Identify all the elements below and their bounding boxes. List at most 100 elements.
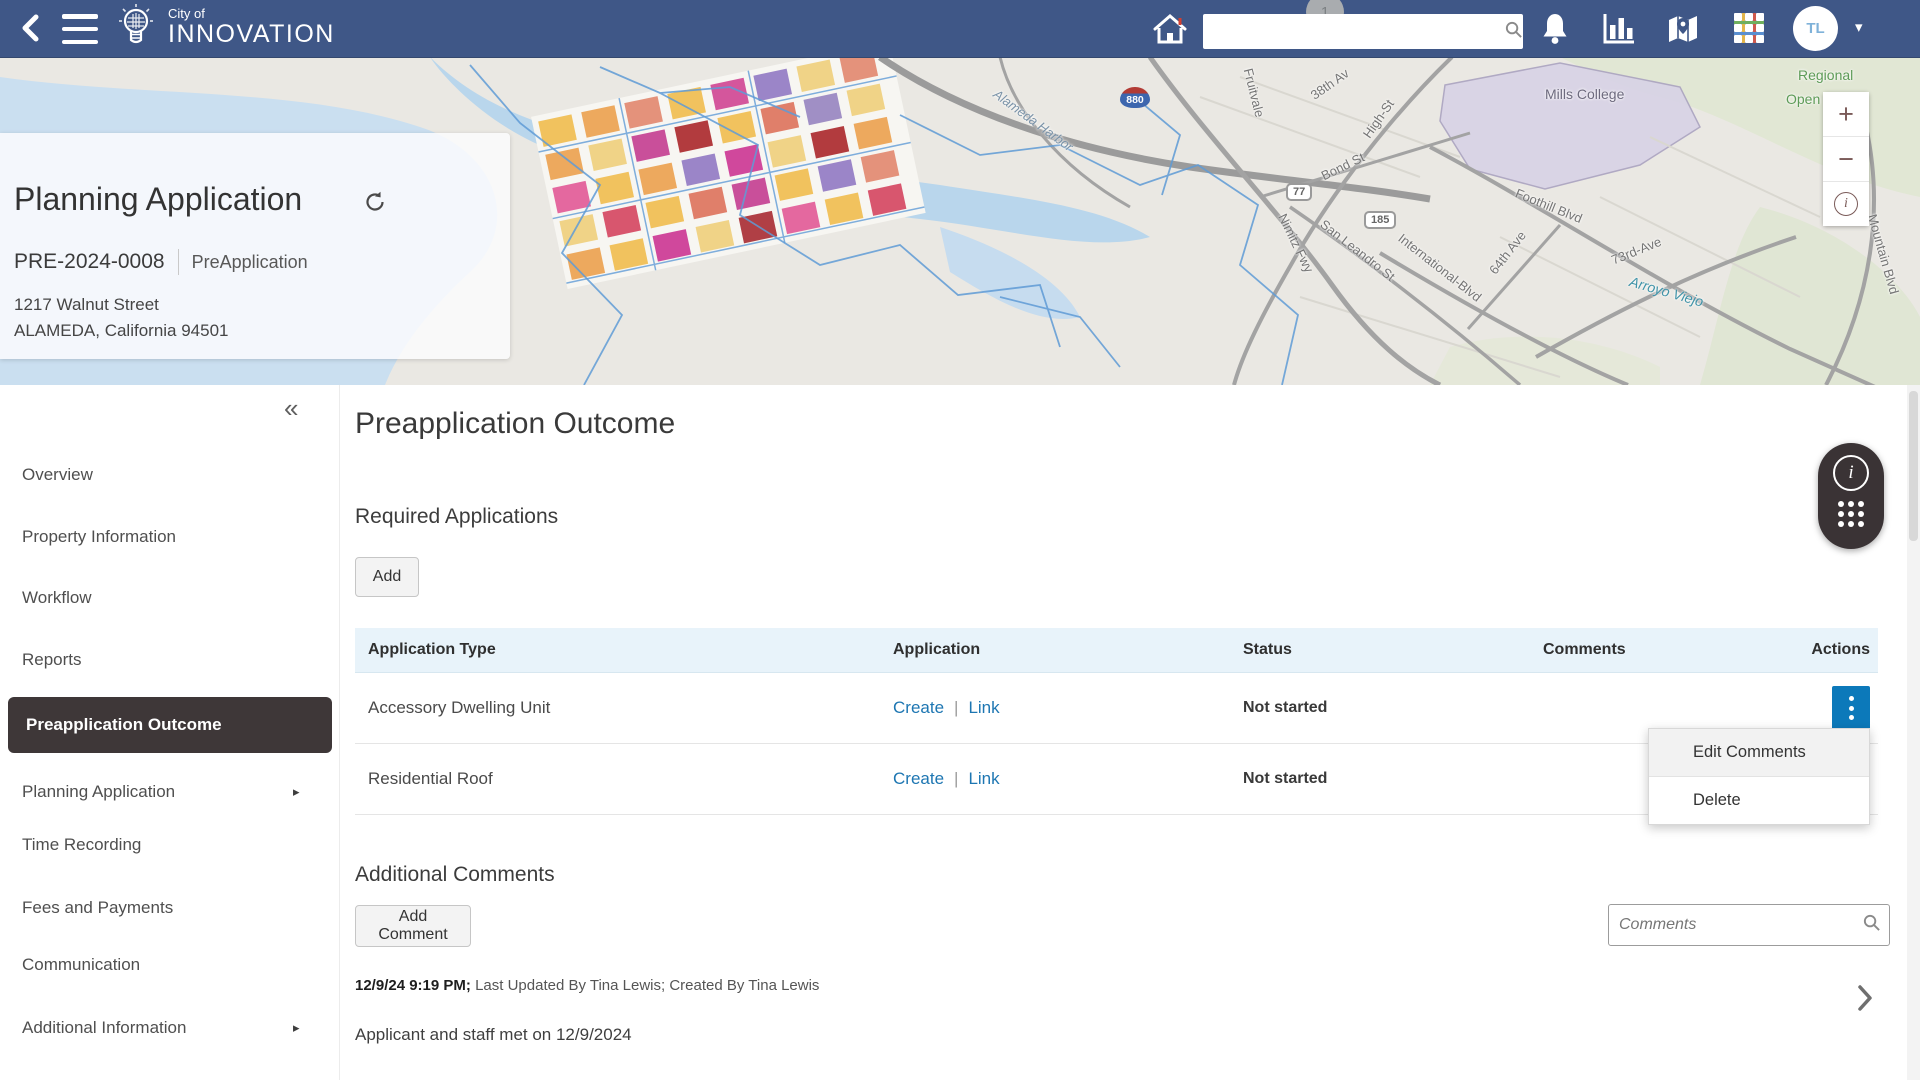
record-type: PreApplication (192, 252, 308, 273)
map-controls: + − i (1823, 92, 1869, 226)
interstate-shield: 880 (1120, 87, 1150, 108)
sidebar-item-communication[interactable]: Communication (0, 945, 340, 985)
avatar[interactable]: TL (1793, 6, 1838, 51)
home-icon (1151, 11, 1189, 50)
global-search-input[interactable] (1203, 14, 1504, 49)
sidebar-item-label: Preapplication Outcome (26, 715, 222, 735)
kebab-dot (1849, 696, 1854, 701)
additional-comments-title: Additional Comments (355, 863, 555, 887)
grid-icon (1734, 13, 1766, 45)
lightbulb-logo-icon (110, 1, 162, 62)
add-button[interactable]: Add (355, 557, 419, 597)
main-panel: Preapplication Outcome i Required Applic… (340, 385, 1920, 1080)
comment-meta: 12/9/24 9:19 PM; Last Updated By Tina Le… (355, 977, 819, 994)
kebab-dot (1849, 706, 1854, 711)
analytics-button[interactable] (1600, 12, 1638, 48)
search-icon[interactable] (1504, 20, 1523, 44)
comment-body: Applicant and staff met on 12/9/2024 (355, 1025, 632, 1045)
chevron-left-icon (17, 13, 43, 46)
menu-bar-icon (62, 27, 98, 32)
home-button[interactable] (1150, 11, 1190, 49)
sidebar-item-planning-application[interactable]: Planning Application ▸ (0, 772, 340, 812)
menu-item-delete[interactable]: Delete (1649, 777, 1869, 824)
sidebar-item-workflow[interactable]: Workflow (0, 578, 340, 618)
city-logo[interactable]: City of INNOVATION (110, 1, 335, 62)
row-actions-kebab-button[interactable] (1832, 686, 1870, 730)
app-screen: City of INNOVATION 1 (0, 0, 1920, 1080)
record-title: Planning Application (14, 181, 302, 218)
sidebar-item-overview[interactable]: Overview (0, 455, 340, 495)
column-header-comments: Comments (1530, 641, 1800, 659)
record-number: PRE-2024-0008 (14, 250, 165, 274)
sidebar-item-additional-information[interactable]: Additional Information ▸ (0, 1008, 340, 1048)
menu-bar-icon (62, 40, 98, 45)
vertical-scrollbar[interactable] (1907, 385, 1920, 1080)
bar-chart-icon (1601, 12, 1637, 49)
column-header-application-type: Application Type (355, 641, 880, 659)
map-info-button[interactable]: i (1823, 182, 1869, 226)
map-zoom-out-button[interactable]: − (1823, 137, 1869, 182)
map-label: Mills College (1545, 86, 1624, 102)
map-zoom-in-button[interactable]: + (1823, 92, 1869, 137)
sidebar-item-label: Additional Information (22, 1018, 186, 1038)
sidebar-item-label: Planning Application (22, 782, 175, 802)
divider (178, 249, 179, 275)
global-search (1203, 14, 1523, 49)
sidebar-item-label: Communication (22, 955, 140, 975)
logo-line1: City of (168, 7, 335, 21)
hamburger-menu-button[interactable] (60, 14, 100, 44)
scrollbar-thumb[interactable] (1909, 391, 1918, 541)
sidebar-collapse-button[interactable]: « (284, 393, 295, 424)
map-banner: Mills College Regional Open Foothill Blv… (0, 57, 1920, 385)
link-divider: | (954, 698, 958, 717)
application-links-cell: Create | Link (880, 698, 1230, 718)
sidebar-item-time-recording[interactable]: Time Recording (0, 825, 340, 865)
apps-grid-button[interactable] (1734, 13, 1766, 45)
bell-icon (1540, 12, 1570, 48)
help-widget-button[interactable]: i (1818, 443, 1884, 549)
link-link[interactable]: Link (968, 698, 999, 717)
notifications-button[interactable] (1538, 11, 1572, 49)
info-icon: i (1834, 192, 1858, 216)
create-link[interactable]: Create (893, 769, 944, 788)
plus-icon: + (1838, 99, 1854, 130)
sidebar-item-preapplication-outcome[interactable]: Preapplication Outcome (8, 697, 332, 753)
comment-byline: Last Updated By Tina Lewis; Created By T… (471, 977, 820, 994)
add-comment-button[interactable]: Add Comment (355, 905, 471, 947)
sidebar-item-reports[interactable]: Reports (0, 640, 340, 680)
application-type-cell: Residential Roof (355, 769, 880, 789)
comment-expand-chevron-icon[interactable] (1856, 983, 1874, 1018)
sidebar-item-label: Overview (22, 465, 93, 485)
create-link[interactable]: Create (893, 698, 944, 717)
avatar-initials: TL (1806, 20, 1824, 37)
sidebar-item-fees-and-payments[interactable]: Fees and Payments (0, 888, 340, 928)
link-divider: | (954, 769, 958, 788)
search-icon[interactable] (1862, 913, 1881, 937)
address-line1: 1217 Walnut Street (14, 295, 159, 315)
map-label: Open (1786, 91, 1820, 107)
avatar-caret-down-icon[interactable]: ▾ (1855, 18, 1863, 36)
content-area: « Overview Property Information Workflow… (0, 385, 1920, 1080)
column-header-application: Application (880, 641, 1230, 659)
sidebar-item-label: Fees and Payments (22, 898, 173, 918)
address-line2: ALAMEDA, California 94501 (14, 321, 229, 341)
comments-search-input[interactable] (1609, 916, 1862, 934)
minus-icon: − (1838, 144, 1854, 175)
highway-shield: 77 (1286, 183, 1312, 201)
dots-grid-icon (1838, 501, 1864, 527)
top-navigation-bar: City of INNOVATION 1 (0, 0, 1920, 58)
submenu-arrow-icon: ▸ (293, 784, 300, 800)
map-button[interactable] (1664, 12, 1702, 48)
refresh-icon[interactable] (364, 191, 386, 218)
sidebar-item-property-information[interactable]: Property Information (0, 517, 340, 557)
row-actions-menu: Edit Comments Delete (1648, 728, 1870, 825)
menu-item-edit-comments[interactable]: Edit Comments (1649, 729, 1869, 777)
sidebar-item-label: Time Recording (22, 835, 141, 855)
column-header-actions: Actions (1800, 641, 1878, 659)
link-link[interactable]: Link (968, 769, 999, 788)
page-title: Preapplication Outcome (355, 407, 675, 441)
submenu-arrow-icon: ▸ (293, 1020, 300, 1036)
sidebar-item-label: Reports (22, 650, 82, 670)
back-button[interactable] (12, 11, 48, 47)
sidebar: « Overview Property Information Workflow… (0, 385, 340, 1080)
